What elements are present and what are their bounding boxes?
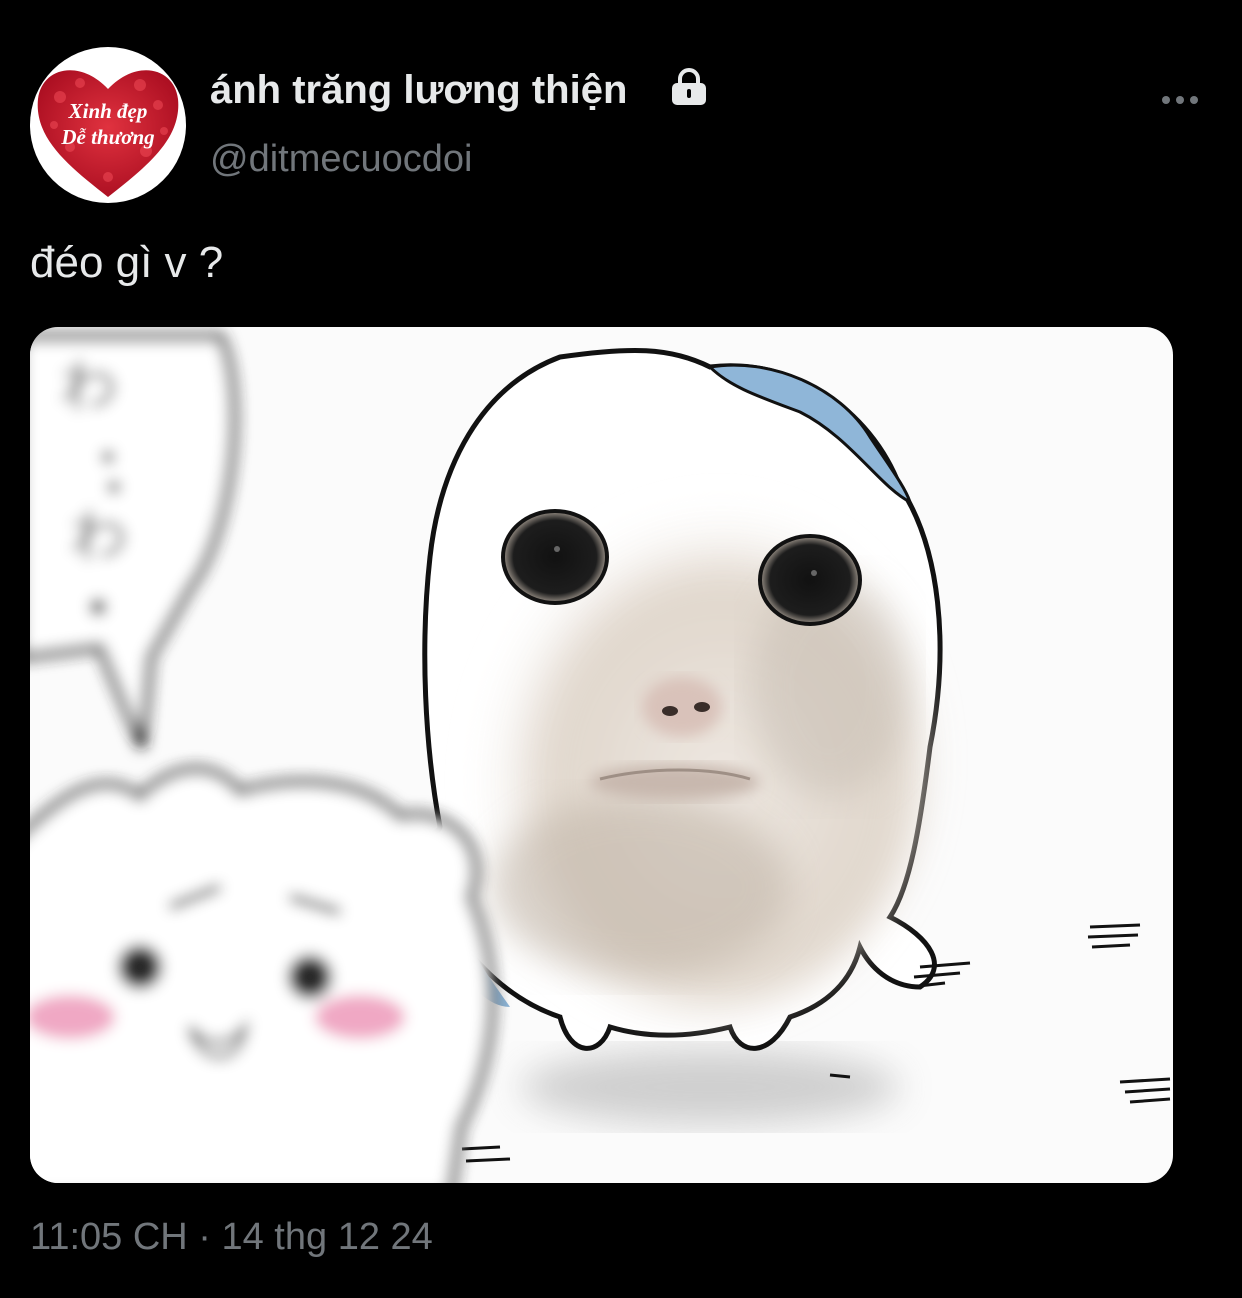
tweet-timestamp[interactable]: 11:05 CH · 14 thg 12 24 [30,1216,433,1259]
tweet-image[interactable]: わ わ [30,327,1173,1183]
more-horizontal-icon [1162,96,1170,104]
svg-text:わ: わ [70,503,128,571]
display-name[interactable]: ánh trăng lương thiện [210,68,627,113]
avatar-text-line1: Xinh đẹp [68,99,148,123]
avatar[interactable]: Xinh đẹp Dễ thương [30,47,186,203]
handle[interactable]: @ditmecuocdoi [210,138,472,181]
more-options-button[interactable] [1150,80,1210,120]
svg-text:わ: わ [60,353,118,421]
lock-icon [672,68,706,105]
avatar-text-line2: Dễ thương [61,125,155,149]
meme-illustration: わ わ [30,333,1171,1183]
tweet-text: đéo gì v ? [30,238,224,287]
